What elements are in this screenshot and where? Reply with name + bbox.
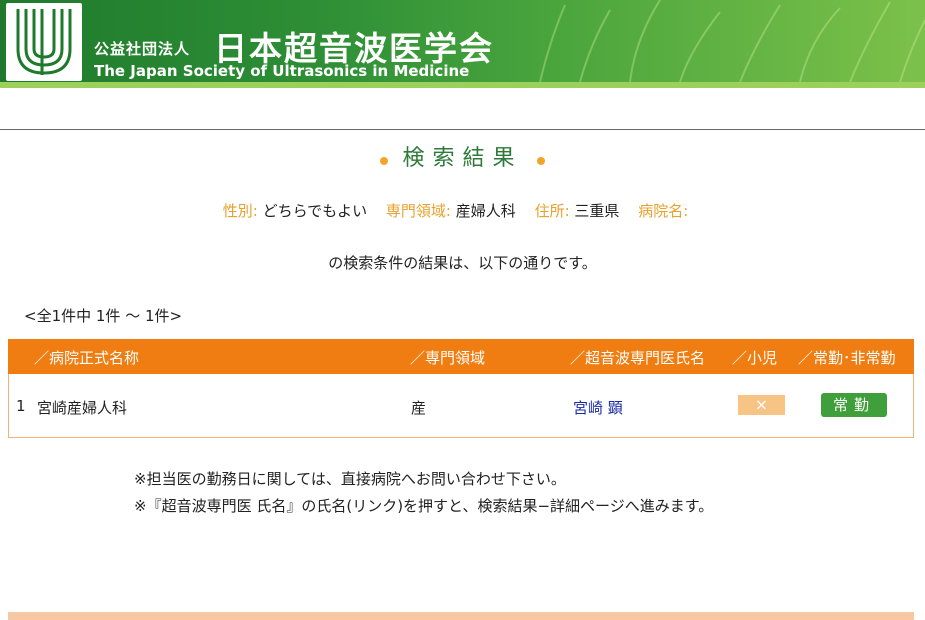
search-conditions: 性別: どちらでもよい 専門領域: 産婦人科 住所: 三重県 病院名: (0, 200, 925, 221)
page-title: 検索結果 (402, 146, 523, 171)
col-hospital-name: ／病院正式名称 (34, 349, 140, 367)
result-note: の検索条件の結果は、以下の通りです。 (328, 254, 597, 272)
pediatric-no-badge: × (738, 395, 785, 415)
doctor-name-link[interactable]: 宮崎 顕 (573, 397, 623, 418)
specialty-value: 産婦人科 (455, 202, 516, 220)
note-line: ※『超音波専門医 氏名』の氏名(リンク)を押すと、検索結果−詳細ページへ進みます… (134, 497, 714, 515)
table-row: 1 宮崎産婦人科 産 宮崎 顕 × 常勤 (8, 374, 914, 438)
jsum-logo-icon (16, 9, 72, 75)
org-prefix: 公益社団法人 (94, 40, 191, 58)
site-header-banner: 公益社団法人 日本超音波医学会 The Japan Society of Ult… (0, 0, 925, 88)
col-specialty: ／専門領域 (410, 349, 486, 367)
results-table-header: ／病院正式名称 ／専門領域 ／超音波専門医氏名 ／小児 ／常勤･非常勤 (8, 339, 914, 374)
row-specialty: 産 (411, 399, 427, 417)
specialty-label: 専門領域: (385, 202, 451, 220)
bullet-dot-icon (380, 156, 389, 165)
grass-decoration (539, 0, 925, 82)
header-divider (0, 129, 925, 130)
fulltime-badge: 常勤 (821, 393, 887, 417)
note-line: ※担当医の勤務日に関しては、直接病院へお問い合わせ下さい。 (134, 470, 566, 488)
bullet-dot-icon (536, 156, 545, 165)
footer-bar (8, 612, 914, 620)
result-count: <全1件中 1件 〜 1件> (24, 307, 183, 325)
address-label: 住所: (534, 202, 570, 220)
jsum-logo[interactable] (6, 3, 82, 81)
row-hospital-name: 宮崎産婦人科 (37, 399, 128, 417)
row-index: 1 (16, 397, 26, 415)
notes: ※担当医の勤務日に関しては、直接病院へお問い合わせ下さい。 ※『超音波専門医 氏… (134, 466, 713, 520)
banner-stripe (0, 82, 925, 88)
org-name-en: The Japan Society of Ultrasonics in Medi… (94, 62, 470, 80)
gender-label: 性別: (222, 202, 258, 220)
gender-value: どちらでもよい (262, 202, 368, 220)
col-employment: ／常勤･非常勤 (798, 349, 896, 367)
col-doctor-name: ／超音波専門医氏名 (570, 349, 706, 367)
page-title-block: 検索結果 (0, 140, 925, 172)
address-value: 三重県 (574, 202, 620, 220)
col-pediatric: ／小児 (732, 349, 778, 367)
hospital-label: 病院名: (638, 202, 689, 220)
